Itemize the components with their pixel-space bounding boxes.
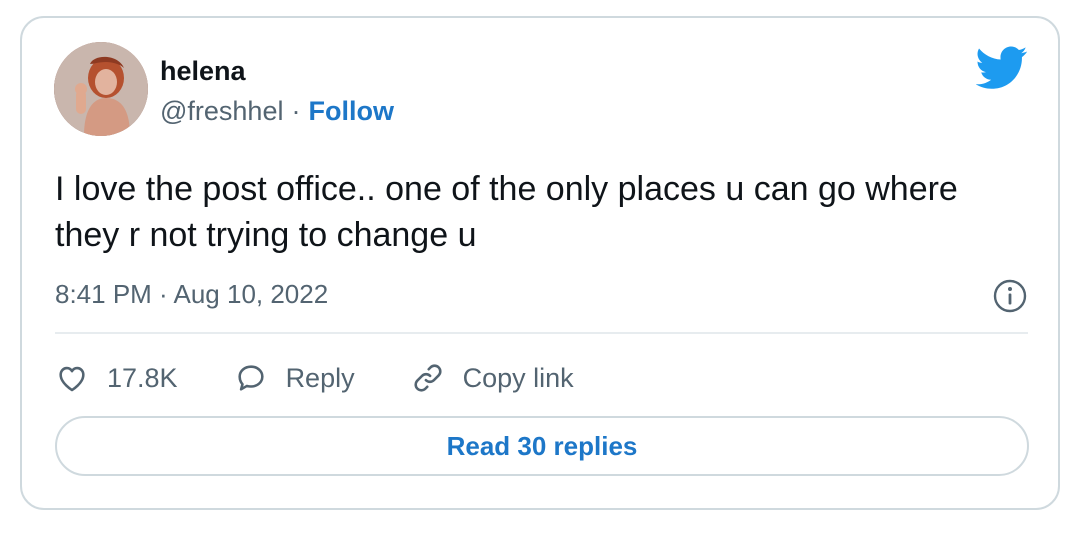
copy-link-label: Copy link: [462, 362, 574, 393]
like-count: 17.8K: [107, 362, 178, 393]
avatar[interactable]: [54, 42, 148, 136]
reply-label: Reply: [285, 362, 355, 393]
handle-separator: ·: [291, 96, 301, 126]
follow-link[interactable]: Follow: [308, 96, 393, 126]
author-handle-row: @freshhel · Follow: [160, 96, 394, 127]
link-icon: [414, 364, 442, 392]
tweet-actions: 17.8K Reply Copy link: [55, 356, 630, 400]
twitter-bird-icon[interactable]: [976, 46, 1028, 90]
tweet-card: helena @freshhel · Follow I love the post …: [20, 16, 1060, 510]
heart-icon: [59, 366, 85, 392]
avatar-photo: [54, 42, 148, 136]
reply-button[interactable]: Reply: [234, 361, 355, 395]
speech-bubble-icon: [237, 365, 264, 391]
author-name[interactable]: helena: [160, 56, 246, 87]
copy-link-button[interactable]: Copy link: [411, 361, 574, 395]
tweet-text: I love the post office.. one of the only…: [55, 170, 958, 254]
read-replies-button[interactable]: Read 30 replies: [55, 416, 1029, 476]
divider: [55, 332, 1028, 334]
author-handle[interactable]: @freshhel: [160, 96, 283, 126]
tweet-timestamp[interactable]: 8:41 PM · Aug 10, 2022: [55, 279, 328, 310]
info-icon[interactable]: [992, 278, 1028, 314]
like-button[interactable]: 17.8K: [55, 361, 178, 395]
